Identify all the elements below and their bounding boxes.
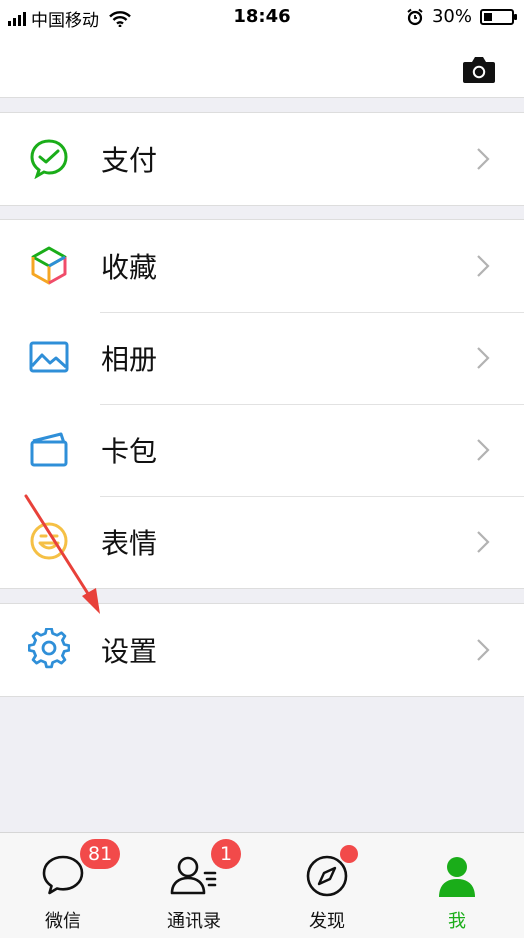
- chat-bubble-icon: [42, 855, 84, 895]
- chevron-right-icon: [477, 439, 490, 461]
- tab-contacts[interactable]: 1 通讯录: [139, 833, 249, 938]
- menu-item-pay[interactable]: 支付: [0, 113, 524, 205]
- battery-icon: [480, 8, 517, 25]
- menu-item-stickers[interactable]: 表情: [0, 496, 524, 588]
- battery-percent: 30%: [431, 6, 472, 27]
- tab-me[interactable]: 我: [402, 833, 512, 938]
- tab-label: 通讯录: [167, 911, 221, 932]
- menu-item-label: 收藏: [101, 251, 158, 284]
- menu-item-favorites[interactable]: 收藏: [0, 220, 524, 312]
- tab-discover[interactable]: 发现: [272, 833, 382, 938]
- unread-badge: 81: [80, 839, 121, 869]
- chevron-right-icon: [477, 255, 490, 277]
- new-friend-badge: 1: [211, 839, 241, 869]
- menu-item-label: 相册: [101, 343, 158, 376]
- menu-item-card-wallet[interactable]: 卡包: [0, 404, 524, 496]
- chevron-right-icon: [477, 347, 490, 369]
- tab-label: 微信: [45, 911, 81, 932]
- camera-icon[interactable]: [462, 54, 496, 84]
- chevron-right-icon: [477, 639, 490, 661]
- bottom-tab-bar: 81 微信 1 通讯录 发现 我: [0, 832, 524, 938]
- tab-label: 发现: [309, 911, 345, 932]
- album-icon: [29, 341, 69, 373]
- discover-new-dot: [340, 845, 358, 863]
- chevron-right-icon: [477, 148, 490, 170]
- menu-item-label: 设置: [101, 635, 158, 668]
- tab-label: 我: [448, 911, 466, 932]
- status-right: 30%: [406, 6, 517, 27]
- menu-group-settings: 设置: [0, 603, 524, 697]
- favorites-cube-icon: [31, 246, 67, 285]
- gear-icon: [28, 628, 70, 669]
- chevron-right-icon: [477, 531, 490, 553]
- payment-icon: [30, 139, 68, 179]
- menu-item-label: 卡包: [101, 435, 158, 468]
- battery-fill: [484, 12, 492, 21]
- menu-group-main: 收藏 相册 卡包 表情: [0, 219, 524, 589]
- menu-item-settings[interactable]: 设置: [0, 604, 524, 696]
- me-person-icon: [439, 857, 475, 897]
- menu-item-album[interactable]: 相册: [0, 312, 524, 404]
- tab-chats[interactable]: 81 微信: [8, 833, 121, 938]
- status-bar: 中国移动 18:46 30%: [0, 0, 524, 34]
- menu-item-label: 支付: [101, 144, 158, 177]
- menu-group-pay: 支付: [0, 112, 524, 206]
- menu-item-label: 表情: [101, 527, 158, 560]
- me-header: [0, 34, 524, 98]
- card-wallet-icon: [30, 432, 68, 467]
- sticker-smile-icon: [30, 522, 68, 560]
- alarm-clock-icon: [407, 8, 423, 25]
